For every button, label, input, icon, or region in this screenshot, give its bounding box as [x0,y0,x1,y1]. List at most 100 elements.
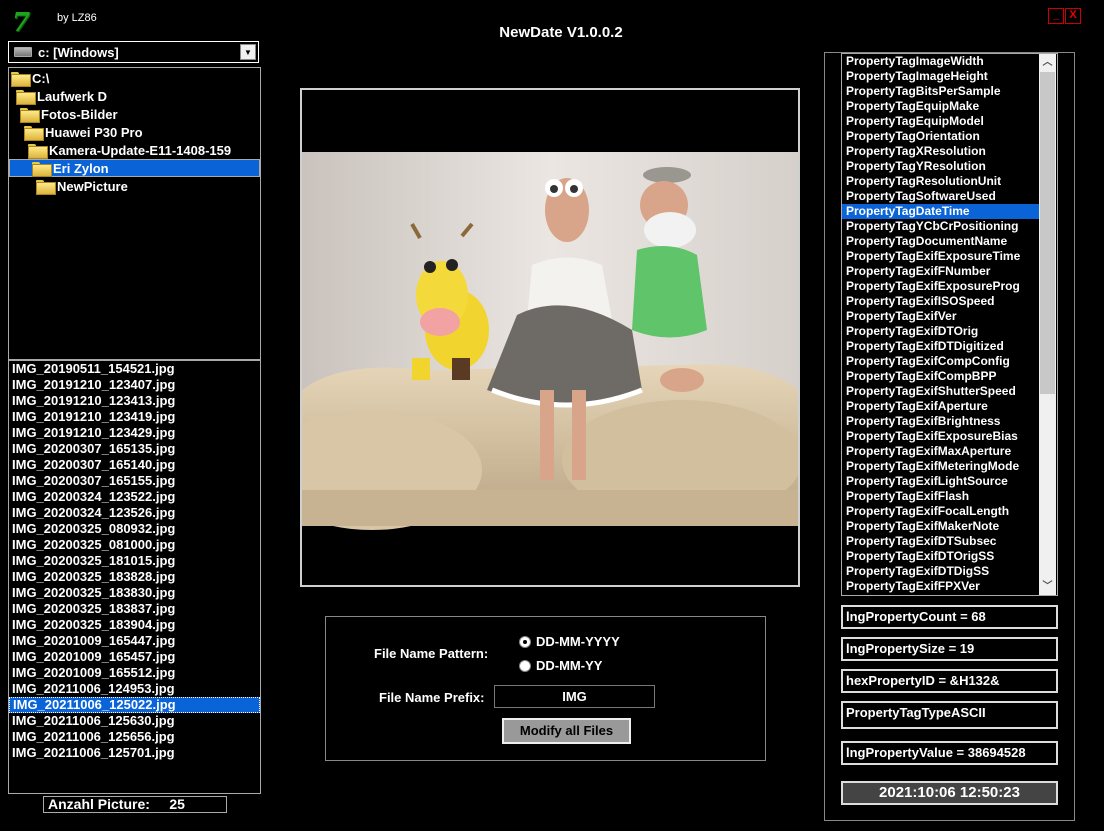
property-scrollbar[interactable]: ︿ ﹀ [1039,54,1056,595]
property-list-item[interactable]: PropertyTagSoftwareUsed [842,189,1057,204]
property-list-item[interactable]: PropertyTagExifDTOrigSS [842,549,1057,564]
file-list-item[interactable]: IMG_20200307_165155.jpg [9,473,260,489]
property-list-item[interactable]: PropertyTagExifDTDigSS [842,564,1057,579]
file-list[interactable]: IMG_20190511_154521.jpg IMG_20191210_1234… [8,360,261,794]
file-list-item[interactable]: IMG_20200325_181015.jpg [9,553,260,569]
property-list-item[interactable]: PropertyTagExifExposureTime [842,249,1057,264]
property-list-item[interactable]: PropertyTagExifFNumber [842,264,1057,279]
close-button[interactable]: X [1065,8,1081,24]
radio-checked-icon[interactable] [519,635,531,648]
folder-tree[interactable]: C:\ Laufwerk D Fotos-Bilder Huawei P30 P… [8,67,261,360]
chevron-up-icon[interactable]: ︿ [1039,54,1056,71]
property-value: lngPropertyValue = 38694528 [841,741,1058,765]
app-title: NewDate V1.0.0.2 [499,24,623,41]
property-list[interactable]: PropertyTagImageWidth PropertyTagImageHei… [841,53,1058,596]
pattern-option-ddmmyy[interactable]: DD-MM-YY [519,658,602,673]
property-list-item[interactable]: PropertyTagExifCompConfig [842,354,1057,369]
prefix-label: File Name Prefix: [379,690,485,705]
property-list-item[interactable]: PropertyTagExifLightSource [842,474,1057,489]
file-list-item[interactable]: IMG_20200325_183828.jpg [9,569,260,585]
tree-item-huawei[interactable]: Huawei P30 Pro [24,123,143,141]
file-list-item[interactable]: IMG_20211006_124953.jpg [9,681,260,697]
file-list-item[interactable]: IMG_20191210_123413.jpg [9,393,260,409]
property-list-item[interactable]: PropertyTagExifShutterSpeed [842,384,1057,399]
file-list-item[interactable]: IMG_20200324_123526.jpg [9,505,260,521]
tree-item-laufwerk[interactable]: Laufwerk D [16,87,107,105]
property-list-item[interactable]: PropertyTagImageHeight [842,69,1057,84]
tree-item-newpicture[interactable]: NewPicture [36,177,128,195]
property-list-item[interactable]: PropertyTagExifMakerNote [842,519,1057,534]
property-list-item[interactable]: PropertyTagExifExposureProg [842,279,1057,294]
property-list-item[interactable]: PropertyTagExifDTDigitized [842,339,1057,354]
folder-icon [11,71,31,87]
property-list-item[interactable]: PropertyTagBitsPerSample [842,84,1057,99]
scrollbar-thumb[interactable] [1040,72,1055,394]
file-list-item[interactable]: IMG_20211006_125656.jpg [9,729,260,745]
option-label: DD-MM-YYYY [536,634,620,649]
property-count: lngPropertyCount = 68 [841,605,1058,629]
radio-unchecked-icon[interactable] [519,659,531,672]
drive-select[interactable]: c: [Windows] ▼ [8,41,259,63]
property-list-item[interactable]: PropertyTagExifFlash [842,489,1057,504]
file-list-item[interactable]: IMG_20211006_125701.jpg [9,745,260,761]
tree-item-fotos[interactable]: Fotos-Bilder [20,105,118,123]
datetime-display: 2021:10:06 12:50:23 [841,781,1058,805]
minimize-button[interactable]: _ [1048,8,1064,24]
file-list-item[interactable]: IMG_20201009_165447.jpg [9,633,260,649]
property-list-item[interactable]: PropertyTagExifISOSpeed [842,294,1057,309]
file-list-item[interactable]: IMG_20190511_154521.jpg [9,361,260,377]
prefix-input[interactable]: IMG [494,685,655,708]
chevron-down-icon[interactable]: ▼ [240,44,256,60]
property-list-item[interactable]: PropertyTagXResolution [842,144,1057,159]
file-list-item[interactable]: IMG_20191210_123407.jpg [9,377,260,393]
property-list-item[interactable]: PropertyTagExifFPXVer [842,579,1057,594]
tree-item-label: Laufwerk D [37,88,108,104]
picture-count: Anzahl Picture: 25 [43,796,227,813]
property-list-item[interactable]: PropertyTagEquipModel [842,114,1057,129]
tree-item-eri-zylon[interactable]: Eri Zylon [9,159,260,177]
property-list-item[interactable]: PropertyTagEquipMake [842,99,1057,114]
file-list-item[interactable]: IMG_20200325_080932.jpg [9,521,260,537]
tree-item-label: NewPicture [57,178,128,194]
property-list-item[interactable]: PropertyTagExifMeteringMode [842,459,1057,474]
property-list-item[interactable]: PropertyTagExifDTSubsec [842,534,1057,549]
tree-item-kamera[interactable]: Kamera-Update-E11-1408-159 [28,141,231,159]
chevron-down-icon[interactable]: ﹀ [1039,578,1056,595]
modify-all-files-button[interactable]: Modify all Files [502,718,631,744]
file-list-item[interactable]: IMG_20200325_183830.jpg [9,585,260,601]
property-list-item[interactable]: PropertyTagYResolution [842,159,1057,174]
property-list-item[interactable]: PropertyTagExifFocalLength [842,504,1057,519]
property-list-item[interactable]: PropertyTagYCbCrPositioning [842,219,1057,234]
property-list-item[interactable]: PropertyTagExifAperture [842,399,1057,414]
property-list-item[interactable]: PropertyTagExifCompBPP [842,369,1057,384]
tree-item-label: Eri Zylon [53,160,109,176]
file-list-item[interactable]: IMG_20211006_125630.jpg [9,713,260,729]
file-list-item[interactable]: IMG_20200325_081000.jpg [9,537,260,553]
file-list-item[interactable]: IMG_20200307_165135.jpg [9,441,260,457]
file-list-item[interactable]: IMG_20200325_183904.jpg [9,617,260,633]
file-list-item[interactable]: IMG_20200324_123522.jpg [9,489,260,505]
file-list-item[interactable]: IMG_20201009_165512.jpg [9,665,260,681]
drive-icon [14,47,32,57]
property-list-item[interactable]: PropertyTagDateTime [842,204,1040,219]
file-list-item[interactable]: IMG_20201009_165457.jpg [9,649,260,665]
property-list-item[interactable]: PropertyTagOrientation [842,129,1057,144]
tree-item-label: C:\ [32,70,50,86]
property-size: lngPropertySize = 19 [841,637,1058,661]
property-list-item[interactable]: PropertyTagExifDTOrig [842,324,1057,339]
tree-item-root[interactable]: C:\ [11,69,49,87]
property-list-item[interactable]: PropertyTagExifMaxAperture [842,444,1057,459]
property-list-item[interactable]: PropertyTagResolutionUnit [842,174,1057,189]
property-list-item[interactable]: PropertyTagExifBrightness [842,414,1057,429]
file-list-item[interactable]: IMG_20200325_183837.jpg [9,601,260,617]
file-list-item[interactable]: IMG_20211006_125022.jpg [9,697,260,713]
property-list-item[interactable]: PropertyTagDocumentName [842,234,1057,249]
property-list-item[interactable]: PropertyTagExifExposureBias [842,429,1057,444]
property-list-item[interactable]: PropertyTagImageWidth [842,54,1057,69]
pattern-option-ddmmyyyy[interactable]: DD-MM-YYYY [519,634,620,649]
file-list-item[interactable]: IMG_20200307_165140.jpg [9,457,260,473]
property-list-item[interactable]: PropertyTagExifVer [842,309,1057,324]
file-list-item[interactable]: IMG_20191210_123429.jpg [9,425,260,441]
file-list-item[interactable]: IMG_20191210_123419.jpg [9,409,260,425]
tree-item-label: Huawei P30 Pro [45,124,143,140]
